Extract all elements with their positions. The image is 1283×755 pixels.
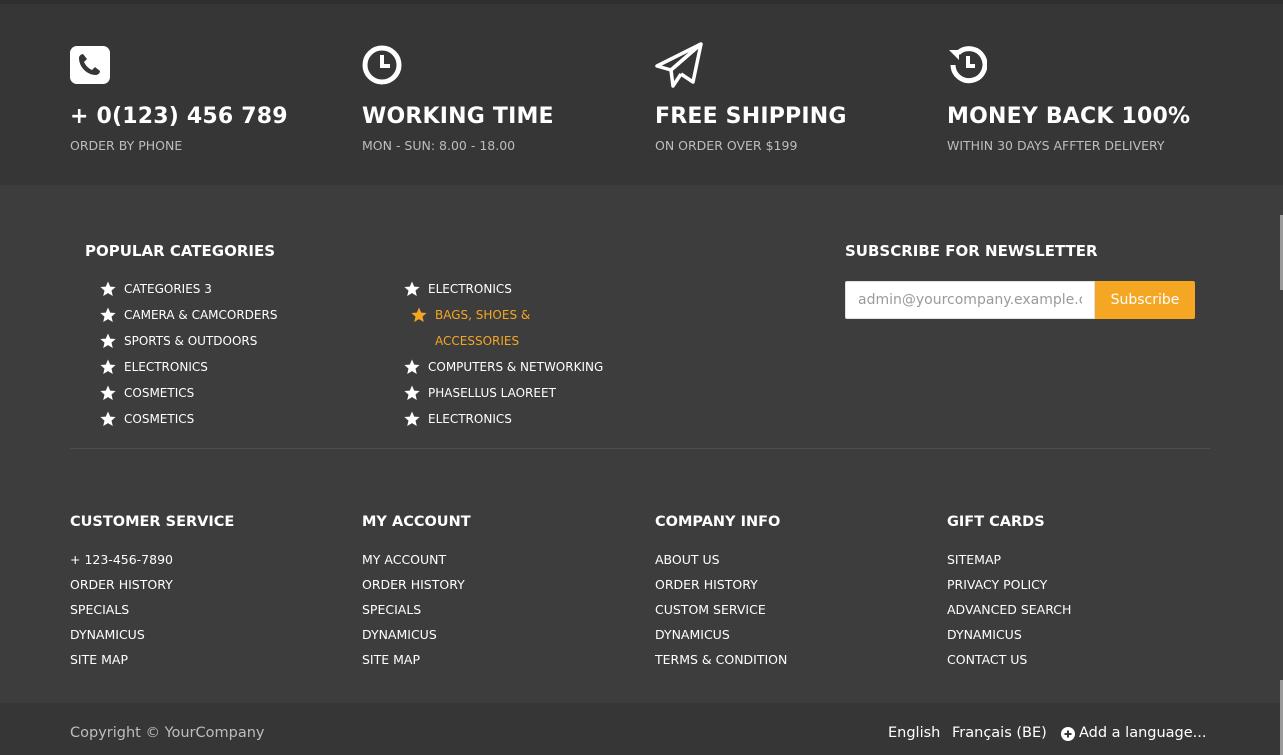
column-title: MY ACCOUNT bbox=[362, 514, 471, 530]
footer-link[interactable]: SPECIALS bbox=[362, 602, 421, 617]
footer-link[interactable]: SITEMAP bbox=[947, 552, 1001, 567]
star-icon bbox=[100, 281, 116, 296]
footer-link[interactable]: ORDER HISTORY bbox=[70, 577, 173, 592]
features-strip: + 0(123) 456 789 ORDER BY PHONE WORKING … bbox=[0, 4, 1283, 185]
footer-link[interactable]: DYNAMICUS bbox=[362, 627, 437, 642]
column-title: GIFT CARDS bbox=[947, 514, 1045, 530]
phone-icon bbox=[70, 46, 110, 84]
newsletter-email-input[interactable] bbox=[845, 281, 1095, 319]
feature-subtitle: ORDER BY PHONE bbox=[70, 138, 183, 153]
newsletter-title: SUBSCRIBE FOR NEWSLETTER bbox=[845, 242, 1098, 260]
feature-title: FREE SHIPPING bbox=[655, 104, 847, 129]
category-label: CATEGORIES 3 bbox=[124, 282, 212, 296]
star-icon bbox=[100, 359, 116, 374]
footer-link[interactable]: SPECIALS bbox=[70, 602, 129, 617]
paper-plane-icon bbox=[655, 42, 703, 88]
popular-categories-title: POPULAR CATEGORIES bbox=[85, 242, 276, 260]
footer-link[interactable]: DYNAMICUS bbox=[655, 627, 730, 642]
footer-link[interactable]: PRIVACY POLICY bbox=[947, 577, 1047, 592]
footer-link[interactable]: SITE MAP bbox=[70, 652, 128, 667]
language-english[interactable]: English bbox=[888, 725, 940, 741]
category-label: PHASELLUS LAOREET bbox=[428, 386, 556, 400]
star-icon bbox=[404, 385, 420, 400]
star-icon bbox=[404, 359, 420, 374]
footer-link[interactable]: + 123-456-7890 bbox=[70, 552, 173, 567]
footer-link[interactable]: ORDER HISTORY bbox=[362, 577, 465, 592]
star-icon bbox=[100, 385, 116, 400]
feature-title: MONEY BACK 100% bbox=[947, 104, 1191, 129]
feature-title: + 0(123) 456 789 bbox=[70, 104, 288, 129]
category-label: ELECTRONICS bbox=[124, 360, 208, 374]
category-link-active[interactable]: BAGS, SHOES & ACCESSORIES bbox=[411, 305, 561, 351]
feature-title: WORKING TIME bbox=[362, 104, 554, 129]
star-icon bbox=[100, 411, 116, 426]
section-divider bbox=[70, 448, 1210, 449]
subscribe-button[interactable]: Subscribe bbox=[1095, 281, 1195, 319]
category-label: CAMERA & CAMCORDERS bbox=[124, 308, 278, 322]
footer-link[interactable]: ORDER HISTORY bbox=[655, 577, 758, 592]
star-icon bbox=[404, 281, 420, 296]
plus-circle-icon bbox=[1061, 727, 1075, 741]
footer-link[interactable]: CONTACT US bbox=[947, 652, 1027, 667]
footer-link[interactable]: DYNAMICUS bbox=[70, 627, 145, 642]
category-label: ELECTRONICS bbox=[428, 282, 512, 296]
footer-link[interactable]: TERMS & CONDITION bbox=[655, 652, 787, 667]
footer-link[interactable]: ADVANCED SEARCH bbox=[947, 602, 1071, 617]
column-title: COMPANY INFO bbox=[655, 514, 781, 530]
category-label: SPORTS & OUTDOORS bbox=[124, 334, 258, 348]
clock-icon bbox=[362, 45, 402, 85]
feature-subtitle: MON - SUN: 8.00 - 18.00 bbox=[362, 138, 516, 153]
column-title: CUSTOMER SERVICE bbox=[70, 514, 235, 530]
star-icon bbox=[100, 307, 116, 322]
feature-subtitle: ON ORDER OVER $199 bbox=[655, 138, 798, 153]
footer-link[interactable]: CUSTOM SERVICE bbox=[655, 602, 766, 617]
history-icon bbox=[949, 46, 987, 84]
star-icon bbox=[404, 411, 420, 426]
bottom-bar: Copyright © YourCompany English Français… bbox=[0, 703, 1283, 755]
add-language-link[interactable]: Add a language... bbox=[1079, 725, 1207, 741]
category-label: COSMETICS bbox=[124, 412, 195, 426]
language-french-be[interactable]: Français (BE) bbox=[952, 725, 1047, 741]
footer-link[interactable]: SITE MAP bbox=[362, 652, 420, 667]
footer-link[interactable]: ABOUT US bbox=[655, 552, 720, 567]
category-label: COSMETICS bbox=[124, 386, 195, 400]
copyright-text: Copyright © YourCompany bbox=[70, 725, 265, 741]
star-icon bbox=[411, 307, 427, 322]
category-label: COMPUTERS & NETWORKING bbox=[428, 360, 604, 374]
footer-link[interactable]: DYNAMICUS bbox=[947, 627, 1022, 642]
feature-subtitle: WITHIN 30 DAYS AFFTER DELIVERY bbox=[947, 138, 1165, 153]
footer-link[interactable]: MY ACCOUNT bbox=[362, 552, 446, 567]
star-icon bbox=[100, 333, 116, 348]
category-label: BAGS, SHOES & ACCESSORIES bbox=[435, 308, 531, 348]
category-label: ELECTRONICS bbox=[428, 412, 512, 426]
